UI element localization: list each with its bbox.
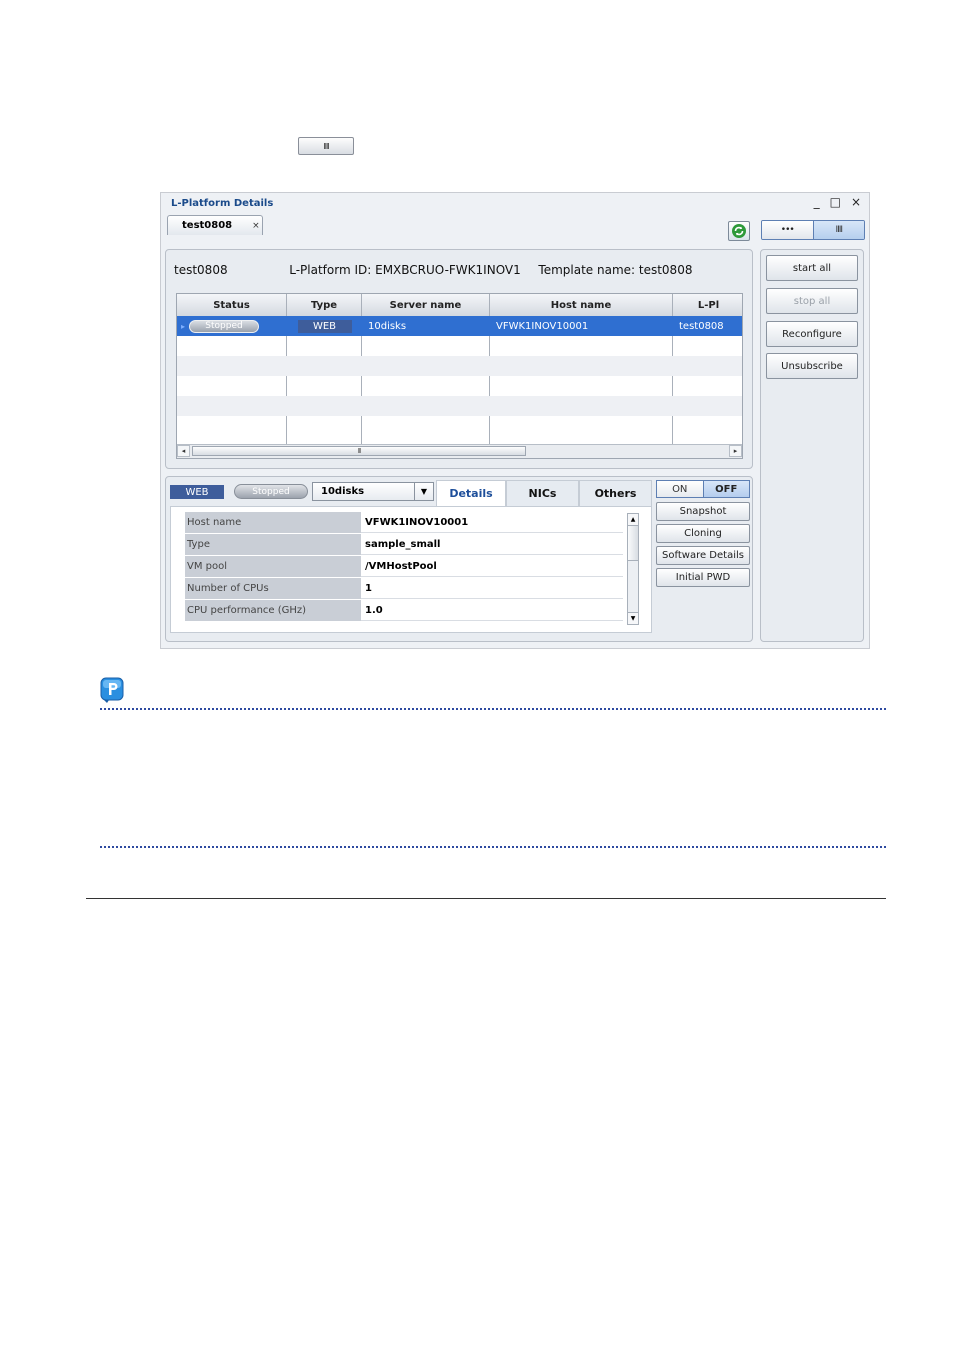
tab-test0808[interactable]: test0808 × (167, 215, 263, 235)
column-status[interactable]: Status (177, 294, 287, 316)
detail-label: Host name (185, 512, 361, 533)
detail-row-cpus: Number of CPUs 1 (185, 578, 623, 600)
row-server-cell: 10disks (368, 320, 407, 332)
scroll-down-icon[interactable]: ▼ (628, 612, 638, 624)
column-server-name[interactable]: Server name (362, 294, 490, 316)
chevron-down-icon[interactable]: ▼ (414, 483, 433, 500)
software-details-button[interactable]: Software Details (656, 546, 750, 565)
detail-label: Number of CPUs (185, 578, 361, 599)
tab-close-icon[interactable]: × (252, 221, 260, 231)
minimize-icon[interactable]: _ (814, 195, 820, 209)
row-status-cell: ▸ Stopped (177, 316, 287, 336)
power-toggle: ON OFF (656, 480, 750, 498)
detail-value: sample_small (361, 534, 623, 555)
table-row (177, 376, 742, 396)
window-title: L-Platform Details (171, 198, 274, 209)
view-toggle: ••• IIII (761, 220, 865, 240)
section-rule (86, 898, 886, 899)
tab-details[interactable]: Details (436, 480, 506, 506)
scroll-up-icon[interactable]: ▲ (628, 514, 638, 526)
detail-row-cpu-performance: CPU performance (GHz) 1.0 (185, 600, 623, 622)
row-lplatform-cell: test0808 (679, 320, 724, 332)
scroll-left-icon[interactable]: ◂ (177, 445, 190, 457)
row-host-cell: VFWK1INOV10001 (496, 320, 589, 332)
power-off-button[interactable]: OFF (702, 481, 749, 497)
table-row (177, 356, 742, 376)
tab-others[interactable]: Others (579, 480, 652, 506)
server-table: Status Type Server name Host name L-Pl ▸… (176, 293, 743, 459)
actions-panel: start all stop all Reconfigure Unsubscri… (760, 249, 864, 642)
lplatform-details-window: L-Platform Details _ □ × test0808 × ••• … (160, 192, 870, 649)
table-header: Status Type Server name Host name L-Pl (177, 294, 742, 317)
close-icon[interactable]: × (851, 195, 861, 209)
point-icon (100, 677, 124, 703)
point-divider-bottom (100, 846, 886, 848)
server-select-value: 10disks (321, 486, 365, 497)
detail-value: /VMHostPool (361, 556, 623, 577)
detail-row-vm-pool: VM pool /VMHostPool (185, 556, 623, 578)
window-controls: _ □ × (814, 195, 861, 209)
status-badge: Stopped (189, 319, 260, 333)
maximize-icon[interactable]: □ (830, 195, 841, 209)
power-on-button[interactable]: ON (657, 481, 703, 497)
lplatform-summary-panel: test0808 L-Platform ID: EMXBCRUO-FWK1INO… (165, 249, 753, 469)
template-name: Template name: test0808 (538, 263, 693, 277)
detail-label: Type (185, 534, 361, 555)
cloning-button[interactable]: Cloning (656, 524, 750, 543)
scroll-thumb[interactable]: III (192, 446, 526, 456)
lplatform-id: L-Platform ID: EMXBCRUO-FWK1INOV1 (289, 263, 521, 277)
table-row[interactable]: ▸ Stopped WEB 10disks VFWK1INOV10001 tes… (177, 316, 742, 336)
lplatform-name: test0808 (174, 263, 228, 277)
column-lplatform[interactable]: L-Pl (673, 294, 742, 316)
icon-view-button[interactable]: ••• (762, 221, 813, 239)
refresh-button[interactable] (728, 221, 750, 241)
horizontal-scrollbar[interactable]: ◂ III ▸ (177, 444, 742, 458)
detail-label: VM pool (185, 556, 361, 577)
table-row (177, 416, 742, 436)
snapshot-button[interactable]: Snapshot (656, 502, 750, 521)
column-type[interactable]: Type (287, 294, 362, 316)
start-all-button[interactable]: start all (766, 255, 858, 281)
column-host-name[interactable]: Host name (490, 294, 673, 316)
refresh-icon (732, 224, 746, 238)
vertical-scrollbar[interactable]: ▲ ▼ (627, 513, 639, 625)
scroll-thumb[interactable] (628, 526, 638, 561)
details-content: Host name VFWK1INOV10001 Type sample_sma… (170, 506, 652, 633)
point-divider-top (100, 708, 886, 710)
detail-value: 1 (361, 578, 623, 599)
detail-row-type: Type sample_small (185, 534, 623, 556)
reconfigure-button[interactable]: Reconfigure (766, 321, 858, 347)
tab-label: test0808 (182, 220, 233, 231)
server-type-badge: WEB (170, 485, 224, 499)
list-view-toggle-button[interactable]: IIII (812, 221, 864, 239)
server-status-badge: Stopped (234, 484, 308, 499)
list-view-button[interactable]: IIII (298, 137, 354, 155)
stop-all-button[interactable]: stop all (766, 288, 858, 314)
row-expand-icon[interactable]: ▸ (181, 322, 185, 331)
server-select[interactable]: 10disks ▼ (312, 482, 434, 501)
scroll-right-icon[interactable]: ▸ (729, 445, 742, 457)
detail-value: 1.0 (361, 600, 623, 621)
list-view-icon: IIII (323, 141, 330, 151)
server-detail-panel: WEB Stopped 10disks ▼ Details NICs Other… (165, 476, 753, 642)
detail-row-host-name: Host name VFWK1INOV10001 (185, 512, 623, 534)
unsubscribe-button[interactable]: Unsubscribe (766, 353, 858, 379)
tab-nics[interactable]: NICs (506, 480, 579, 506)
table-row (177, 336, 742, 356)
initial-pwd-button[interactable]: Initial PWD (656, 568, 750, 587)
table-row (177, 396, 742, 416)
detail-value: VFWK1INOV10001 (361, 512, 623, 533)
summary-line: test0808 L-Platform ID: EMXBCRUO-FWK1INO… (174, 263, 692, 277)
row-type-cell: WEB (287, 316, 362, 336)
type-badge: WEB (297, 319, 352, 333)
detail-label: CPU performance (GHz) (185, 600, 361, 621)
